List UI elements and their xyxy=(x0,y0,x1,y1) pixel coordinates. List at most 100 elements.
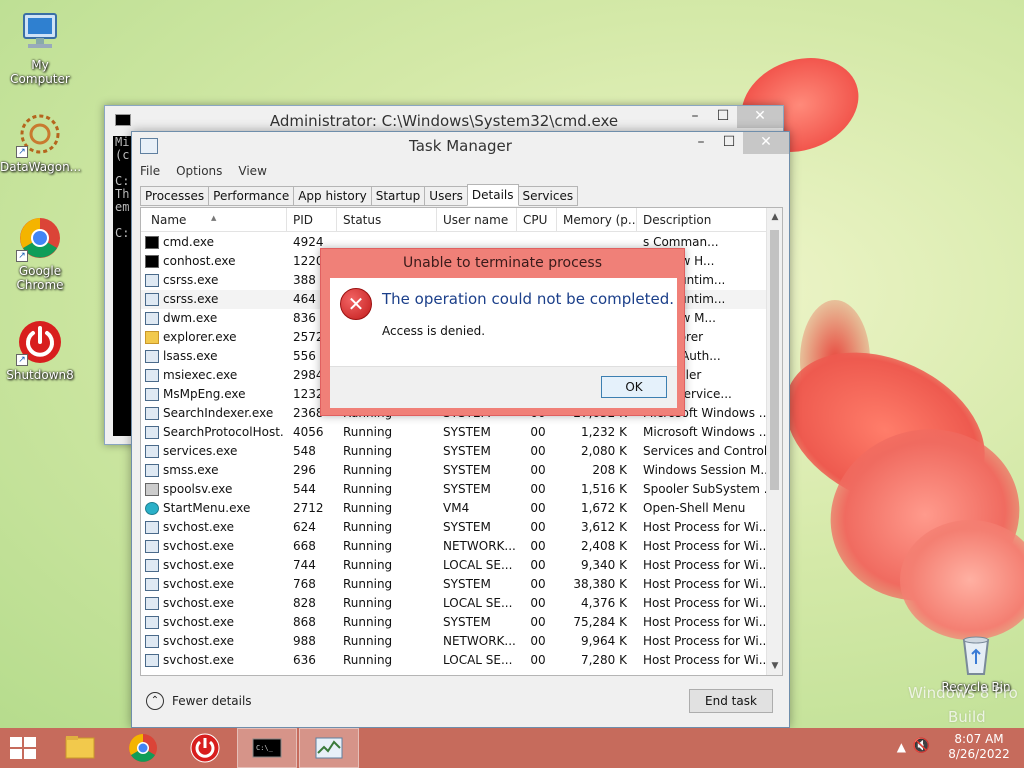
sort-ascending-icon: ▲ xyxy=(211,214,217,222)
taskbar-chrome[interactable] xyxy=(113,728,173,768)
computer-icon xyxy=(16,8,64,56)
menu-view[interactable]: View xyxy=(238,164,266,178)
column-header-status[interactable]: Status xyxy=(337,208,437,232)
menu-options[interactable]: Options xyxy=(176,164,222,178)
process-row[interactable]: svchost.exe 668 Running NETWORK... 00 2,408 K… xyxy=(141,537,768,556)
process-user: SYSTEM xyxy=(443,482,491,496)
chevron-up-icon[interactable]: ▲ xyxy=(897,740,906,754)
ok-button[interactable]: OK xyxy=(601,376,667,398)
process-cpu: 00 xyxy=(530,425,546,439)
error-dialog[interactable]: Unable to terminate process ✕ The operat… xyxy=(320,248,685,416)
column-header-memory[interactable]: Memory (p... xyxy=(557,208,637,232)
column-header-user-name[interactable]: User name xyxy=(437,208,517,232)
process-memory: 1,232 K xyxy=(580,425,627,439)
task-manager-icon xyxy=(315,737,343,759)
minimize-button[interactable]: – xyxy=(681,106,709,128)
process-icon xyxy=(145,255,159,268)
desktop-icon-datawagon[interactable]: ↗ DataWagon... xyxy=(0,110,81,174)
process-icon xyxy=(145,578,159,591)
desktop-icon-google-chrome[interactable]: ↗ Google Chrome xyxy=(0,214,80,292)
process-icon xyxy=(145,616,159,629)
chevron-up-icon: ⌃ xyxy=(146,692,164,710)
process-row[interactable]: svchost.exe 828 Running LOCAL SE... 00 4,376 … xyxy=(141,594,768,613)
scroll-down-icon[interactable]: ▼ xyxy=(769,661,781,671)
task-manager-title: Task Manager xyxy=(409,137,512,155)
process-status: Running xyxy=(343,482,393,496)
maximize-button[interactable]: ☐ xyxy=(709,106,737,128)
process-name-label: svchost.exe xyxy=(163,653,234,667)
tab-performance[interactable]: Performance xyxy=(208,186,295,206)
process-name-label: csrss.exe xyxy=(163,292,219,306)
windows-logo-icon xyxy=(24,737,36,747)
process-name-label: MsMpEng.exe xyxy=(163,387,246,401)
column-header-name[interactable]: Name ▲ xyxy=(141,208,287,232)
vertical-scrollbar[interactable]: ▲ ▼ xyxy=(766,208,782,675)
tab-strip: Processes Performance App history Startu… xyxy=(140,184,579,206)
desktop-icon-shutdown8[interactable]: ↗ Shutdown8 xyxy=(0,318,80,382)
task-manager-window[interactable]: Task Manager – ☐ ✕ File Options View Pro… xyxy=(131,131,790,728)
column-header-cpu[interactable]: CPU xyxy=(517,208,557,232)
process-name-label: lsass.exe xyxy=(163,349,218,363)
process-cpu: 00 xyxy=(530,463,546,477)
wallpaper-petal xyxy=(900,520,1024,640)
process-row[interactable]: SearchProtocolHost.... 4056 Running SYSTEM 0… xyxy=(141,423,768,442)
taskbar-file-explorer[interactable] xyxy=(50,728,110,768)
tab-startup[interactable]: Startup xyxy=(370,186,426,206)
taskbar-cmd[interactable]: C:\_ xyxy=(237,728,297,768)
process-row[interactable]: svchost.exe 636 Running LOCAL SE... 00 7,280 … xyxy=(141,651,768,670)
process-icon xyxy=(145,426,159,439)
task-manager-titlebar[interactable]: Task Manager – ☐ ✕ xyxy=(132,132,789,160)
process-pid: 548 xyxy=(293,444,316,458)
start-button[interactable] xyxy=(10,737,38,759)
process-row[interactable]: svchost.exe 768 Running SYSTEM 00 38,380 K Hos… xyxy=(141,575,768,594)
clock[interactable]: 8:07 AM 8/26/2022 xyxy=(944,732,1014,762)
process-name-label: SearchProtocolHost.... xyxy=(163,425,285,439)
process-name-label: conhost.exe xyxy=(163,254,236,268)
process-name-label: csrss.exe xyxy=(163,273,219,287)
volume-muted-icon[interactable]: 🔇 xyxy=(913,738,930,754)
windows-build-watermark: Build 9600 xyxy=(948,708,986,728)
tab-users[interactable]: Users xyxy=(424,186,468,206)
process-row[interactable]: smss.exe 296 Running SYSTEM 00 208 K Windows S… xyxy=(141,461,768,480)
process-name: svchost.exe xyxy=(145,518,285,537)
menu-bar: File Options View xyxy=(132,160,789,182)
folder-icon xyxy=(65,736,95,759)
fewer-details-button[interactable]: ⌃ Fewer details xyxy=(146,692,252,710)
menu-file[interactable]: File xyxy=(140,164,160,178)
taskbar-task-manager[interactable] xyxy=(299,728,359,768)
end-task-button[interactable]: End task xyxy=(689,689,773,713)
scrollbar-thumb[interactable] xyxy=(770,230,779,490)
process-row[interactable]: svchost.exe 624 Running SYSTEM 00 3,612 K Host… xyxy=(141,518,768,537)
column-header-description[interactable]: Description xyxy=(637,208,768,232)
column-header-pid[interactable]: PID xyxy=(287,208,337,232)
process-row[interactable]: svchost.exe 868 Running SYSTEM 00 75,284 K Hos… xyxy=(141,613,768,632)
minimize-button[interactable]: – xyxy=(687,132,715,154)
maximize-button[interactable]: ☐ xyxy=(715,132,743,154)
process-name: svchost.exe xyxy=(145,575,285,594)
windows-logo-icon xyxy=(10,737,22,747)
process-name-label: cmd.exe xyxy=(163,235,215,249)
tab-details[interactable]: Details xyxy=(466,184,519,206)
task-manager-footer: ⌃ Fewer details End task xyxy=(132,675,789,727)
close-button[interactable]: ✕ xyxy=(743,132,789,154)
desktop-icon-my-computer[interactable]: My Computer xyxy=(0,8,80,86)
process-name-label: services.exe xyxy=(163,444,238,458)
scroll-up-icon[interactable]: ▲ xyxy=(769,212,781,222)
process-icon xyxy=(145,407,159,420)
taskbar-shutdown8[interactable] xyxy=(175,728,235,768)
shortcut-arrow-icon: ↗ xyxy=(16,354,28,366)
process-pid: 624 xyxy=(293,520,316,534)
dialog-heading: The operation could not be completed. xyxy=(382,290,675,308)
tab-processes[interactable]: Processes xyxy=(140,186,210,206)
process-row[interactable]: svchost.exe 988 Running NETWORK... 00 9,964 K… xyxy=(141,632,768,651)
tab-app-history[interactable]: App history xyxy=(293,186,372,206)
process-status: Running xyxy=(343,577,393,591)
process-row[interactable]: StartMenu.exe 2712 Running VM4 00 1,672 K Open… xyxy=(141,499,768,518)
process-row[interactable]: spoolsv.exe 544 Running SYSTEM 00 1,516 K Spoo… xyxy=(141,480,768,499)
process-row[interactable]: svchost.exe 744 Running LOCAL SE... 00 9,340 … xyxy=(141,556,768,575)
process-name: services.exe xyxy=(145,442,285,461)
process-row[interactable]: services.exe 548 Running SYSTEM 00 2,080 K Ser… xyxy=(141,442,768,461)
process-user: LOCAL SE... xyxy=(443,653,513,667)
tab-services[interactable]: Services xyxy=(517,186,579,206)
close-button[interactable]: ✕ xyxy=(737,106,783,128)
